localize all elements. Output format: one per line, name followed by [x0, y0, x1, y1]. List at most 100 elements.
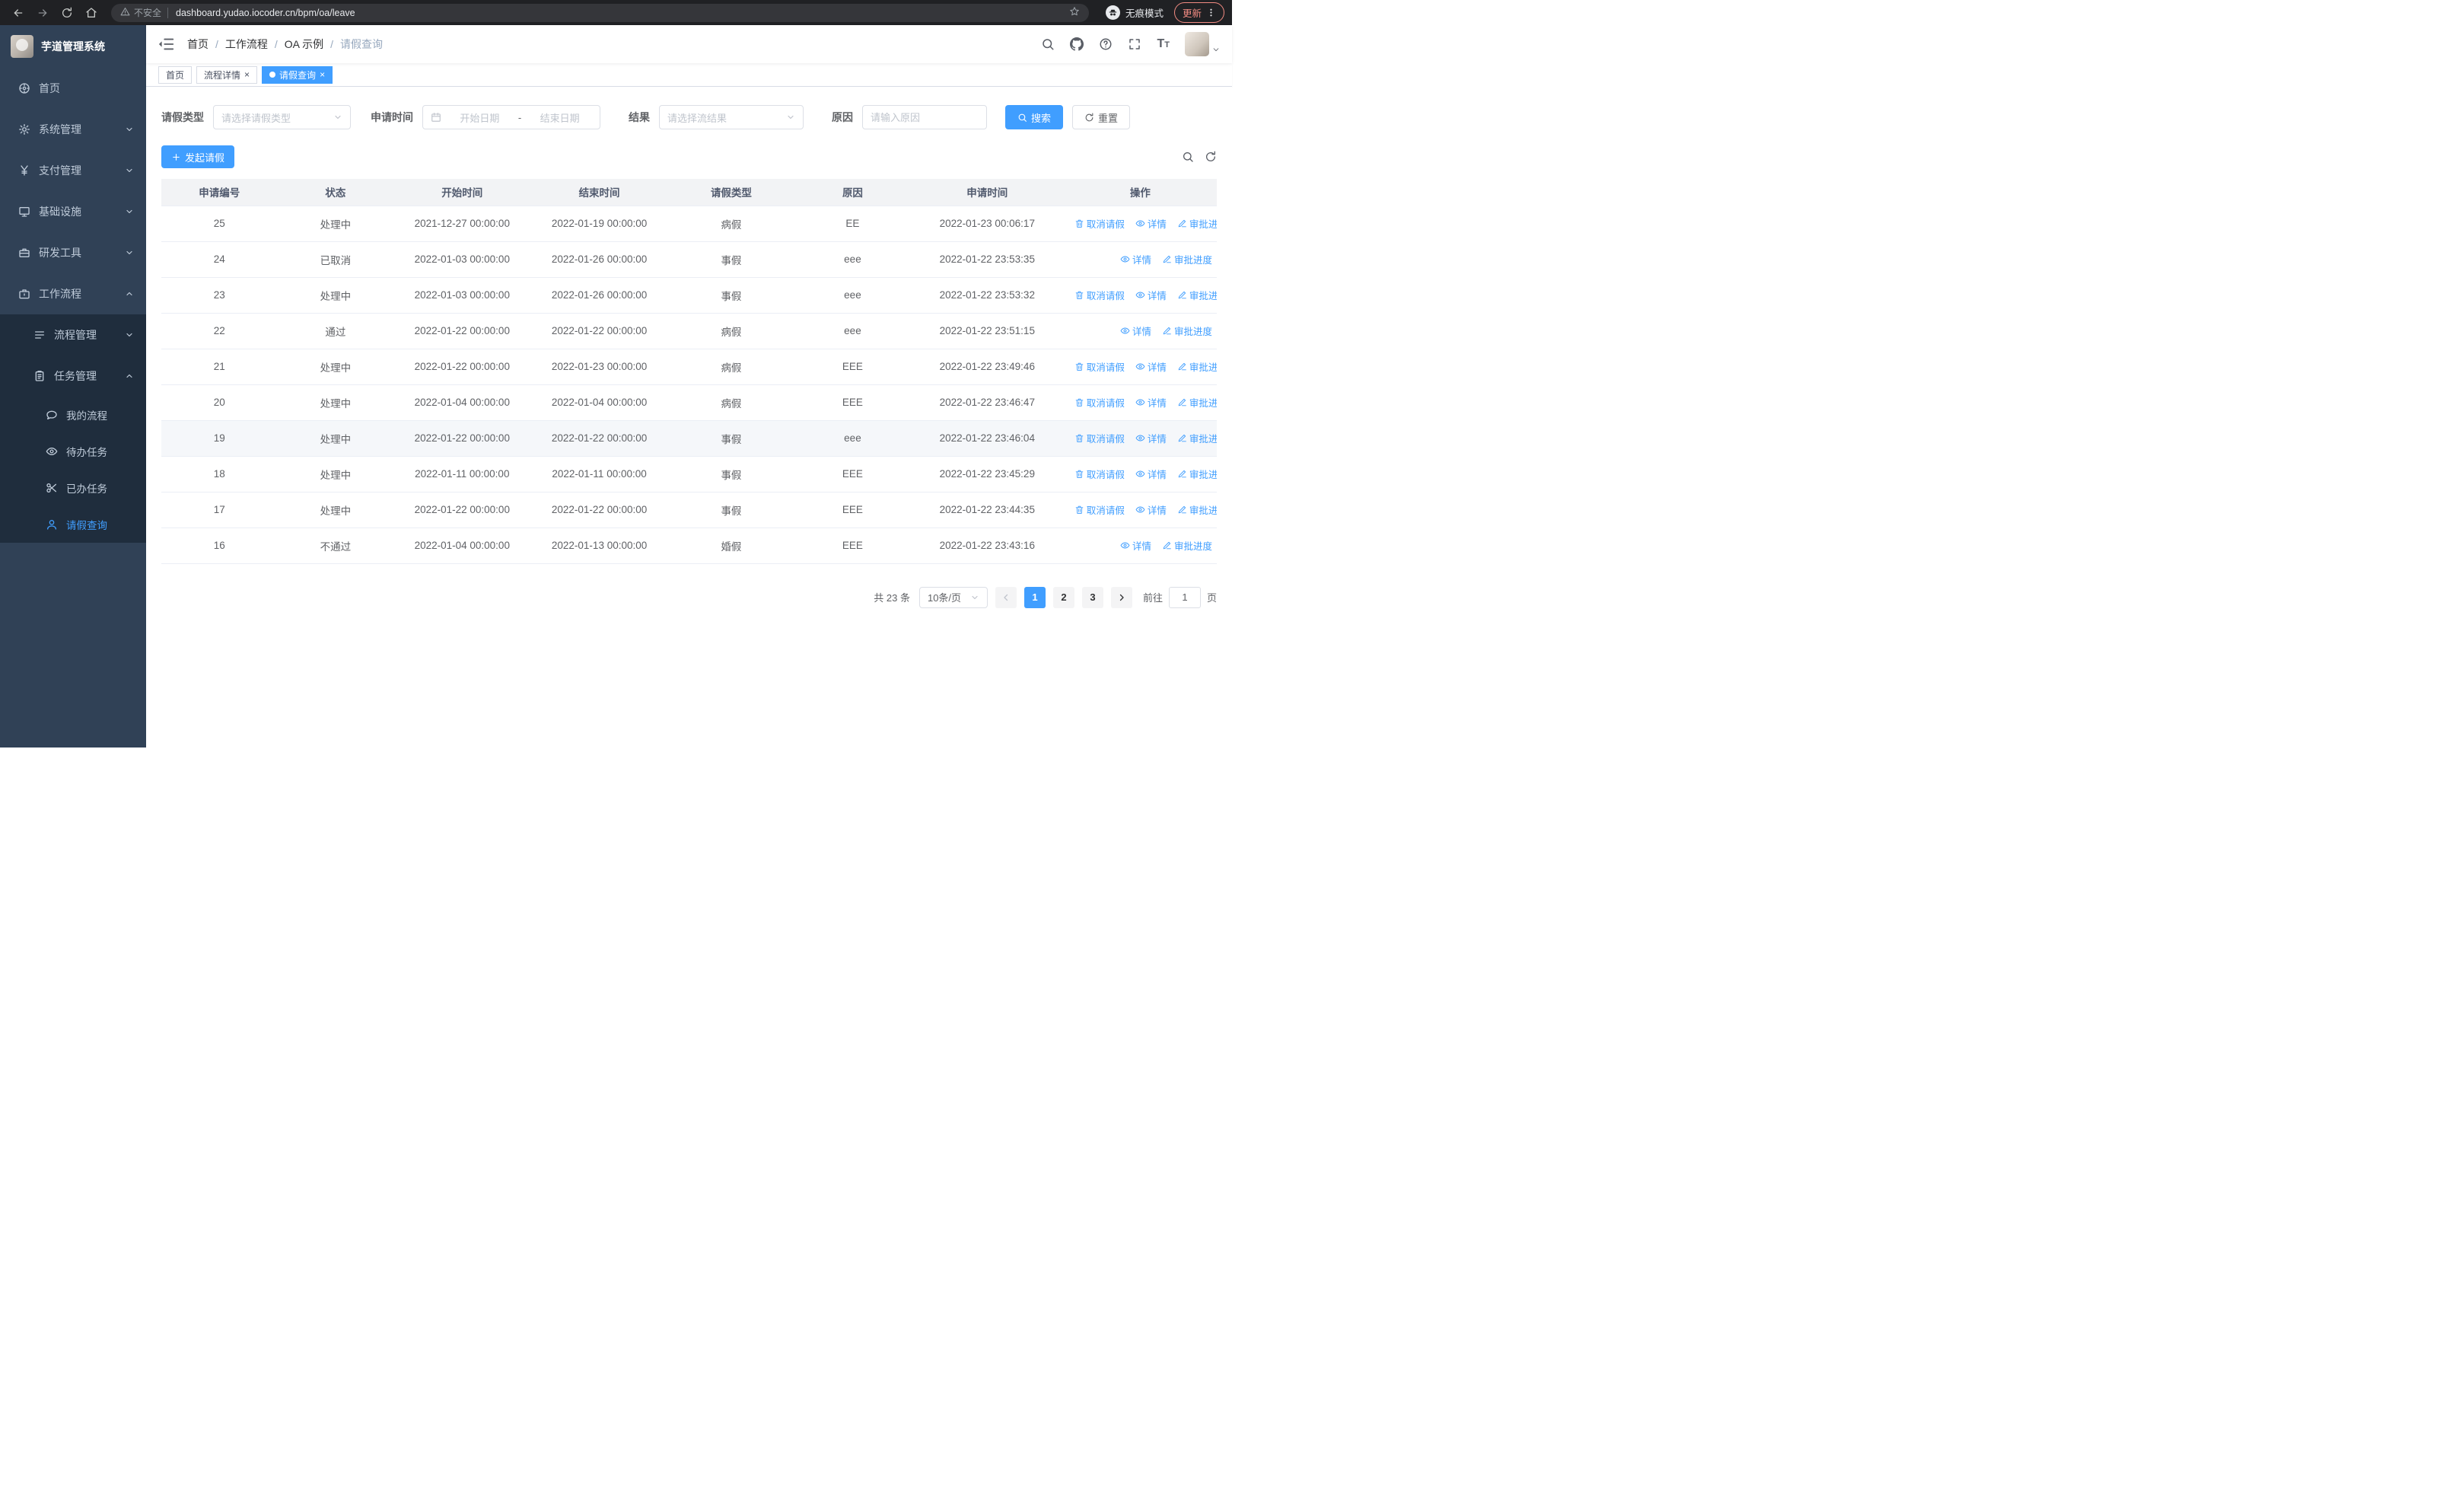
detail-link[interactable]: 详情 [1120, 252, 1151, 266]
detail-link[interactable]: 详情 [1135, 359, 1167, 374]
leave-type-select[interactable]: 请选择请假类型 [213, 105, 351, 129]
sidebar-item-infrastructure[interactable]: 基础设施 [0, 191, 146, 232]
toggle-search-icon[interactable] [1182, 151, 1194, 163]
cancel-leave-link[interactable]: 取消请假 [1074, 502, 1125, 517]
back-icon[interactable] [8, 2, 29, 24]
cell-reason: EE [794, 206, 911, 242]
approval-progress-link[interactable]: 审批进度 [1162, 324, 1212, 338]
cell-apply-id: 20 [161, 384, 278, 421]
detail-link[interactable]: 详情 [1135, 502, 1167, 517]
sidebar-item-system[interactable]: 系统管理 [0, 109, 146, 150]
sidebar-item-done-tasks[interactable]: 已办任务 [0, 470, 146, 506]
refresh-icon[interactable] [1205, 151, 1217, 163]
tab-leave-query[interactable]: 请假查询 × [262, 65, 333, 84]
tab-close-icon[interactable]: × [244, 70, 250, 79]
help-icon[interactable] [1099, 37, 1113, 51]
detail-link[interactable]: 详情 [1120, 538, 1151, 553]
sidebar-item-process-management[interactable]: 流程管理 [0, 314, 146, 355]
reload-icon[interactable] [56, 2, 78, 24]
cancel-leave-link[interactable]: 取消请假 [1074, 288, 1125, 302]
forward-icon[interactable] [32, 2, 53, 24]
sidebar-item-my-processes[interactable]: 我的流程 [0, 397, 146, 433]
approval-progress-link[interactable]: 审批进度 [1177, 288, 1217, 302]
tab-close-icon[interactable]: × [320, 70, 325, 79]
fullscreen-icon[interactable] [1128, 37, 1141, 51]
sidebar-item-payment[interactable]: 支付管理 [0, 150, 146, 191]
security-warning[interactable]: 不安全 [134, 6, 161, 19]
detail-link[interactable]: 详情 [1135, 216, 1167, 231]
cancel-leave-link[interactable]: 取消请假 [1074, 216, 1125, 231]
page-size-select[interactable]: 10条/页 [918, 586, 988, 608]
toolbox-icon [19, 248, 30, 257]
breadcrumb-item-workflow[interactable]: 工作流程 [225, 37, 268, 52]
approval-progress-link[interactable]: 审批进度 [1177, 359, 1217, 374]
cell-apply-time: 2022-01-22 23:43:16 [910, 528, 1064, 564]
end-date-placeholder[interactable]: 结束日期 [527, 110, 592, 125]
sidebar-item-pending-tasks[interactable]: 待办任务 [0, 433, 146, 470]
prev-page-button[interactable] [995, 586, 1017, 608]
cancel-leave-link[interactable]: 取消请假 [1074, 431, 1125, 445]
reset-button[interactable]: 重置 [1072, 105, 1131, 129]
cancel-leave-link[interactable]: 取消请假 [1074, 395, 1125, 410]
breadcrumb-item-oa-example[interactable]: OA 示例 [285, 37, 323, 52]
sidebar-item-home[interactable]: 首页 [0, 68, 146, 109]
detail-link[interactable]: 详情 [1120, 324, 1151, 338]
detail-link[interactable]: 详情 [1135, 395, 1167, 410]
col-apply-time: 申请时间 [910, 179, 1064, 206]
goto-page-input[interactable] [1168, 586, 1201, 608]
approval-progress-link[interactable]: 审批进度 [1177, 395, 1217, 410]
font-size-icon[interactable]: TT [1157, 37, 1170, 51]
col-start-time: 开始时间 [393, 179, 531, 206]
page-button-1[interactable]: 1 [1023, 586, 1046, 608]
approval-progress-link[interactable]: 审批进度 [1177, 216, 1217, 231]
bookmark-star-icon[interactable] [1069, 6, 1080, 19]
sidebar-item-leave-query[interactable]: 请假查询 [0, 506, 146, 543]
app-logo-row[interactable]: 芋道管理系统 [0, 25, 146, 68]
tab-home[interactable]: 首页 [158, 65, 193, 84]
cancel-leave-link[interactable]: 取消请假 [1074, 359, 1125, 374]
sidebar-item-workflow[interactable]: 工作流程 [0, 273, 146, 314]
cancel-leave-link[interactable]: 取消请假 [1074, 467, 1125, 481]
github-icon[interactable] [1070, 37, 1084, 51]
cell-start-time: 2022-01-22 00:00:00 [393, 313, 531, 349]
page-button-3[interactable]: 3 [1081, 586, 1103, 608]
sidebar-item-dev-tools[interactable]: 研发工具 [0, 232, 146, 273]
page-button-2[interactable]: 2 [1052, 586, 1074, 608]
list-icon [35, 331, 44, 339]
collapse-sidebar-icon[interactable] [158, 36, 175, 53]
url-text[interactable]: dashboard.yudao.iocoder.cn/bpm/oa/leave [176, 8, 1069, 18]
col-actions: 操作 [1063, 179, 1217, 206]
menu-kebab-icon[interactable] [1206, 8, 1216, 18]
approval-progress-link[interactable]: 审批进度 [1177, 431, 1217, 445]
breadcrumb-item-home[interactable]: 首页 [187, 37, 209, 52]
detail-link[interactable]: 详情 [1135, 288, 1167, 302]
filter-form: 请假类型 请选择请假类型 申请时间 开始日期 - 结束日期 结果 请选择流结果 … [161, 105, 1217, 129]
update-button[interactable]: 更新 [1173, 2, 1224, 23]
approval-progress-link[interactable]: 审批进度 [1162, 252, 1212, 266]
cell-leave-type: 病假 [667, 206, 795, 242]
apply-time-range-picker[interactable]: 开始日期 - 结束日期 [422, 105, 600, 129]
detail-link[interactable]: 详情 [1135, 467, 1167, 481]
tab-process-detail[interactable]: 流程详情 × [196, 65, 258, 84]
next-page-button[interactable] [1110, 586, 1132, 608]
home-icon[interactable] [81, 2, 102, 24]
cell-apply-id: 24 [161, 241, 278, 278]
approval-progress-link[interactable]: 审批进度 [1177, 467, 1217, 481]
search-button[interactable]: 搜索 [1005, 105, 1064, 129]
user-menu[interactable] [1185, 32, 1220, 56]
approval-progress-link[interactable]: 审批进度 [1162, 538, 1212, 553]
avatar[interactable] [1185, 32, 1209, 56]
result-select[interactable]: 请选择流结果 [659, 105, 804, 129]
sidebar-item-task-management[interactable]: 任务管理 [0, 355, 146, 397]
search-icon[interactable] [1041, 37, 1055, 51]
approval-progress-link[interactable]: 审批进度 [1177, 502, 1217, 517]
table-row: 19 处理中 2022-01-22 00:00:00 2022-01-22 00… [161, 420, 1217, 457]
create-leave-button[interactable]: 发起请假 [161, 145, 235, 168]
reason-input[interactable] [871, 111, 979, 123]
cell-apply-time: 2022-01-22 23:46:04 [910, 420, 1064, 457]
cell-actions: 取消请假 详情 审批进度 [1063, 206, 1217, 242]
start-date-placeholder[interactable]: 开始日期 [447, 110, 512, 125]
cell-end-time: 2022-01-26 00:00:00 [530, 277, 668, 314]
address-bar[interactable]: 不安全 dashboard.yudao.iocoder.cn/bpm/oa/le… [111, 3, 1089, 22]
detail-link[interactable]: 详情 [1135, 431, 1167, 445]
